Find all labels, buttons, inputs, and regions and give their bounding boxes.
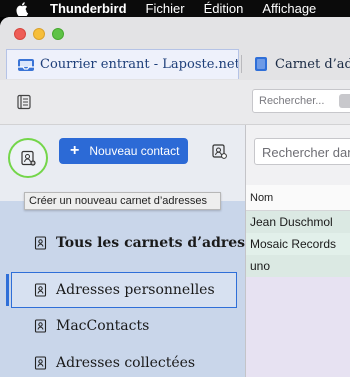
book-maccontacts-label: MacContacts (56, 318, 150, 334)
window-zoom-button[interactable] (52, 28, 64, 40)
mail-inbox-icon (18, 58, 34, 71)
window-minimize-button[interactable] (33, 28, 45, 40)
new-address-book-icon (21, 150, 36, 166)
address-books-panel: + Nouveau contact Créer un nouveau carne… (0, 125, 245, 377)
thunderbird-window: Courrier entrant - Laposte.net Carnet d’… (0, 17, 350, 377)
contacts-panel: Rechercher dans Nom Jean Duschmol Mosaic… (246, 125, 350, 377)
selection-indicator (6, 274, 9, 306)
contact-search-input[interactable]: Rechercher dans (254, 138, 350, 165)
address-book-icon (34, 356, 47, 370)
address-book-icon (34, 236, 47, 250)
book-personal-addresses[interactable]: Adresses personnelles (0, 272, 245, 308)
menu-app-name[interactable]: Thunderbird (50, 1, 127, 16)
book-all-label: Tous les carnets d’adresses (56, 235, 245, 251)
address-books-header: + Nouveau contact (0, 125, 245, 201)
new-list-icon[interactable] (211, 143, 227, 159)
global-search-input[interactable]: Rechercher... (252, 89, 350, 113)
new-contact-button[interactable]: + Nouveau contact (59, 138, 188, 164)
contact-row[interactable]: Jean Duschmol (246, 211, 350, 233)
plus-icon: + (70, 142, 80, 159)
main-toolbar: Rechercher... (0, 80, 350, 125)
contact-row[interactable]: uno (246, 255, 350, 277)
menu-affichage[interactable]: Affichage (262, 1, 316, 16)
book-personal-label: Adresses personnelles (56, 282, 215, 298)
book-maccontacts[interactable]: MacContacts (0, 308, 245, 344)
menu-edition[interactable]: Édition (204, 1, 244, 16)
address-book-icon (255, 57, 267, 71)
contact-search-placeholder: Rechercher dans (262, 145, 350, 160)
tooltip-new-address-book: Créer un nouveau carnet d’adresses (24, 192, 221, 210)
contacts-header: Rechercher dans (246, 125, 350, 185)
book-all-address-books[interactable]: Tous les carnets d’adresses (0, 225, 245, 261)
menu-fichier[interactable]: Fichier (146, 1, 185, 16)
book-collected-addresses[interactable]: Adresses collectées (0, 345, 245, 377)
address-book-icon (34, 319, 47, 333)
tab-inbox-label: Courrier entrant - Laposte.net (40, 57, 239, 72)
window-close-button[interactable] (14, 28, 26, 40)
tab-address-book-label: Carnet d’adresses (275, 56, 350, 72)
address-book-toolbar-icon[interactable] (16, 94, 32, 110)
clear-search-icon[interactable] (339, 94, 350, 108)
book-collected-label: Adresses collectées (56, 355, 196, 371)
new-address-book-button[interactable] (8, 138, 48, 178)
macos-menu-bar: Thunderbird Fichier Édition Affichage (0, 0, 350, 17)
tab-separator (241, 55, 242, 73)
new-contact-label: Nouveau contact (89, 144, 180, 158)
global-search-placeholder: Rechercher... (259, 95, 325, 107)
contact-row[interactable]: Mosaic Records (246, 233, 350, 255)
column-header-name[interactable]: Nom (246, 185, 350, 211)
apple-logo-icon[interactable] (13, 1, 31, 16)
address-book-icon (34, 283, 47, 297)
tab-inbox[interactable]: Courrier entrant - Laposte.net (6, 49, 239, 79)
tab-address-book[interactable]: Carnet d’adresses (244, 49, 350, 79)
